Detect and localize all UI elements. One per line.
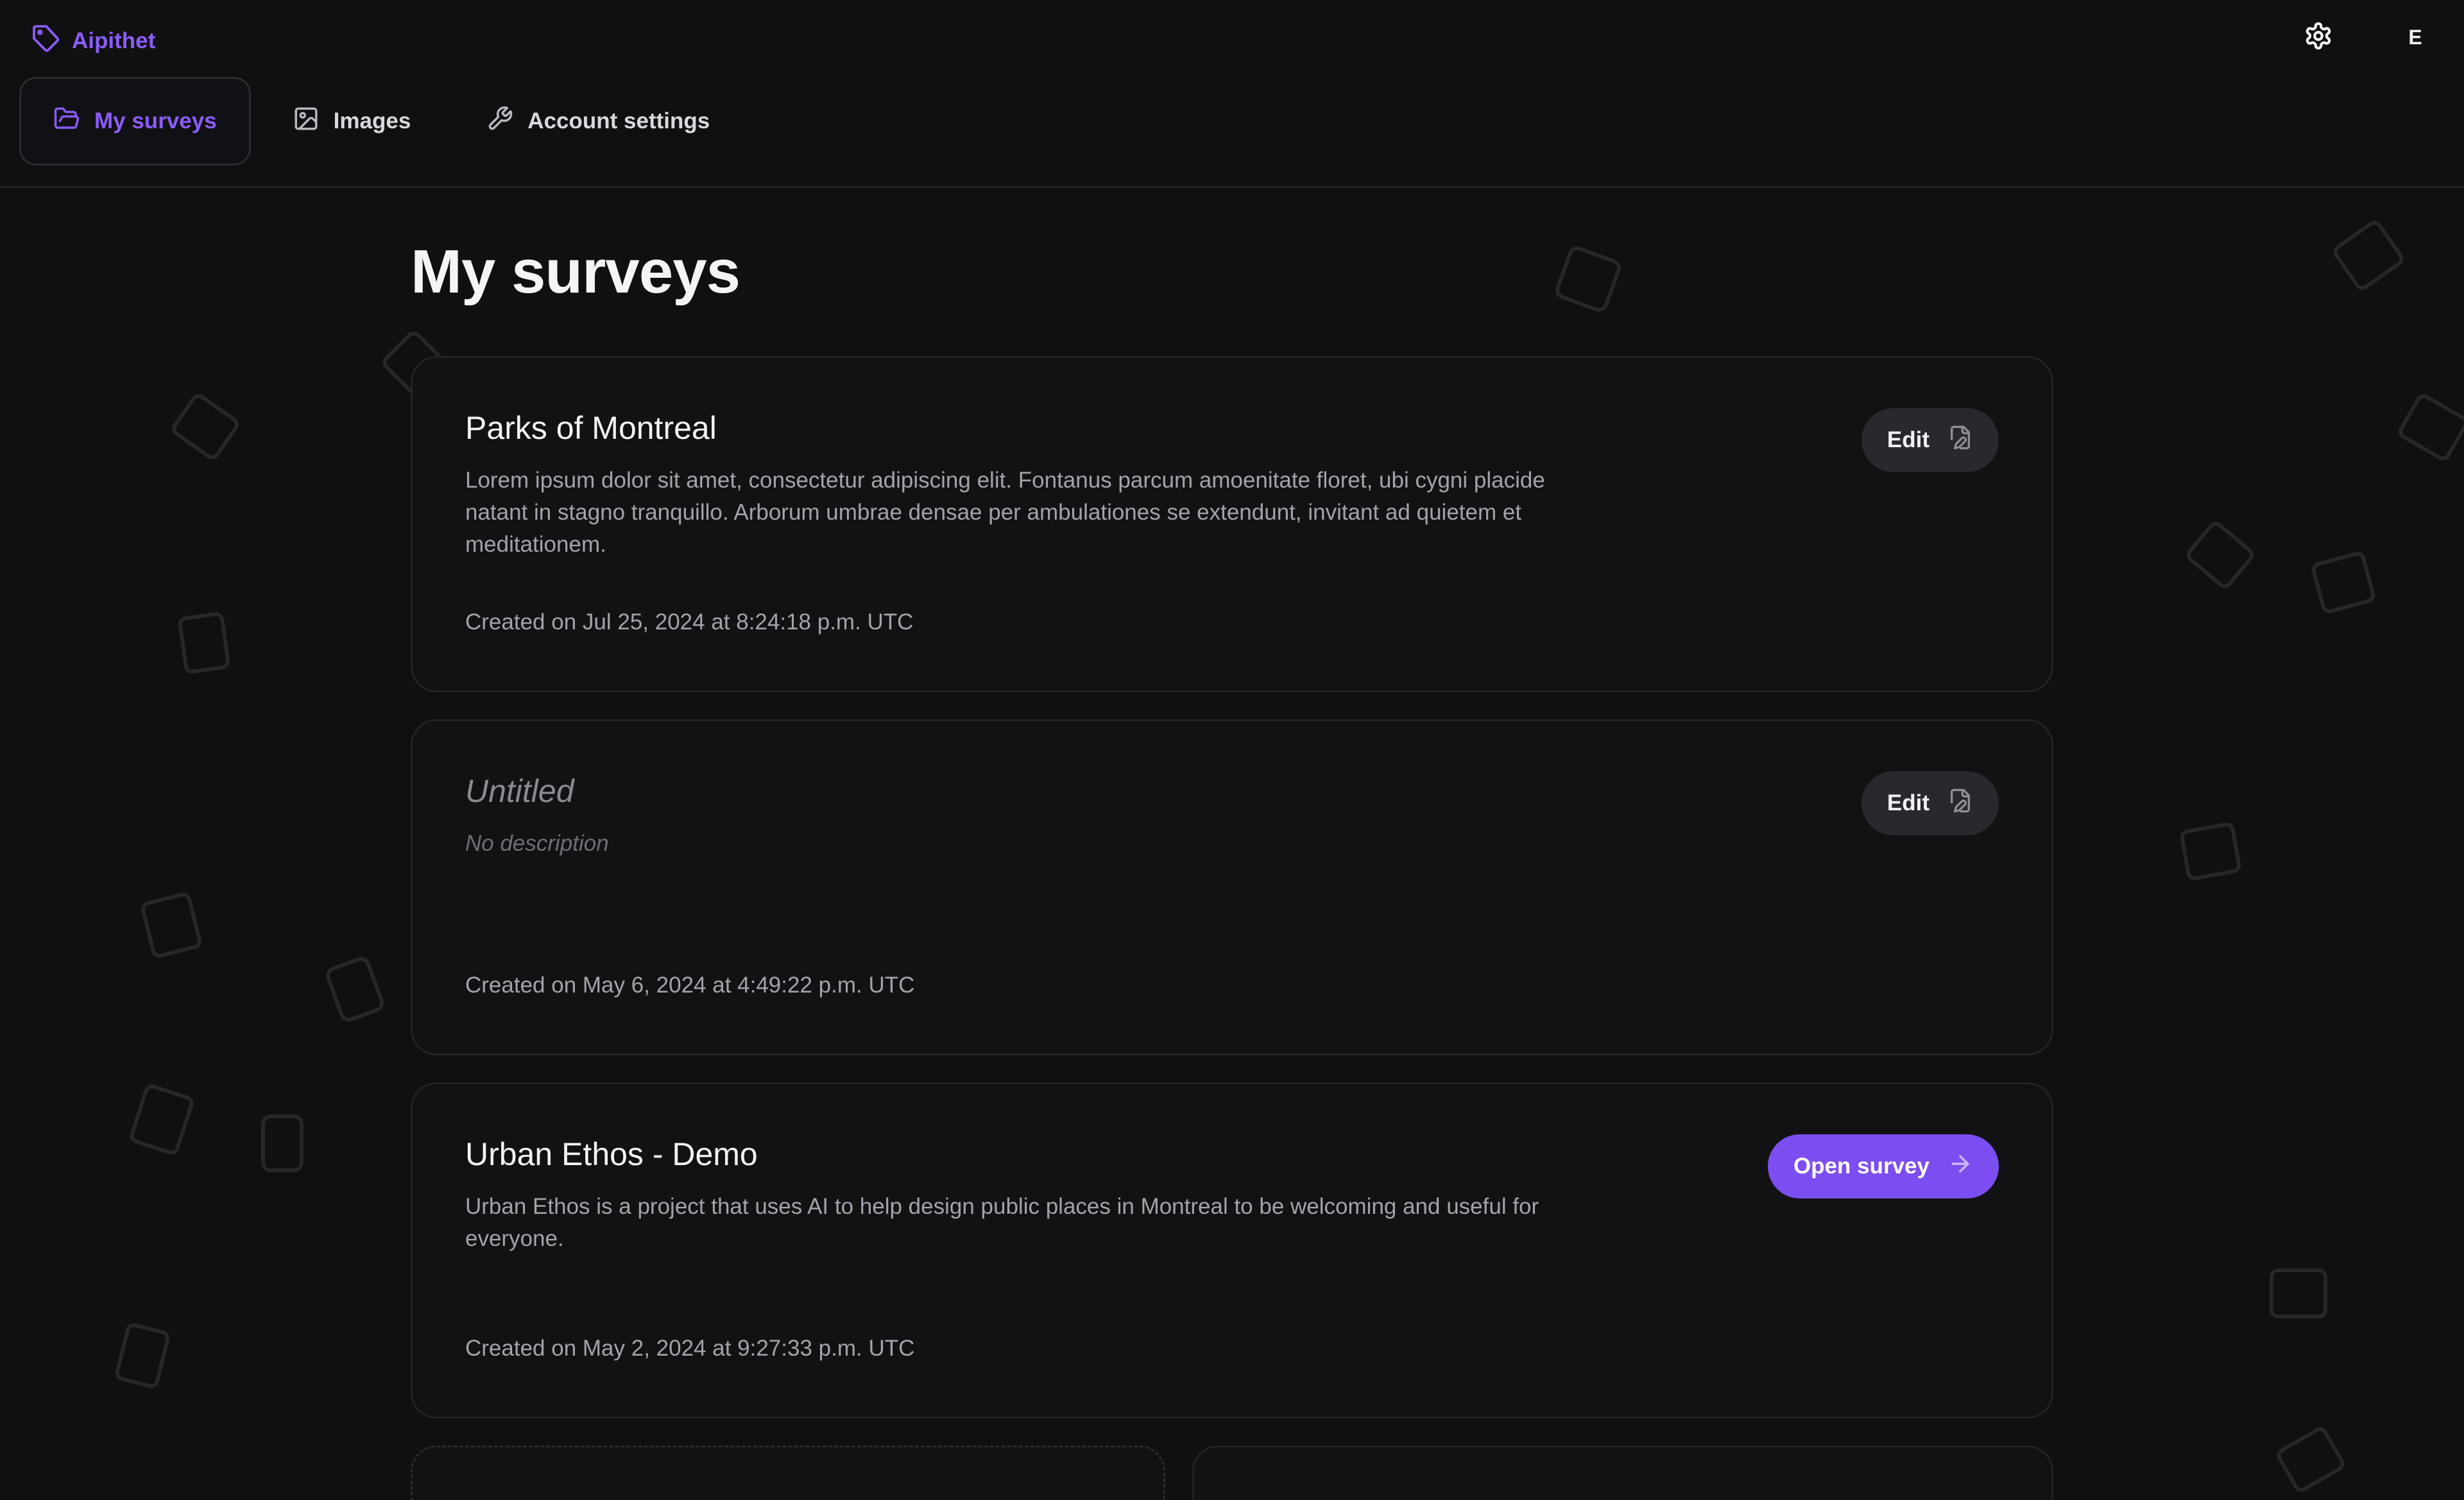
button-label: Edit [1887, 790, 1929, 815]
image-icon [293, 105, 320, 138]
open-survey-button[interactable]: Open survey [1767, 1134, 1999, 1198]
folder-open-icon [53, 105, 80, 138]
survey-created-date: Created on May 6, 2024 at 4:49:22 p.m. U… [465, 973, 915, 998]
user-avatar[interactable]: E [2397, 19, 2433, 55]
top-bar: Aipithet E [0, 0, 2464, 76]
main-content: My surveys Parks of Montreal Lorem ipsum… [411, 188, 2053, 1419]
tab-account-settings[interactable]: Account settings [452, 77, 744, 166]
survey-description: Urban Ethos is a project that uses AI to… [465, 1194, 1539, 1251]
tab-label: Account settings [527, 108, 710, 133]
survey-card: Untitled No description Created on May 6… [411, 719, 2053, 1055]
survey-title: Untitled [465, 773, 574, 809]
wrench-icon [486, 105, 513, 138]
arrow-right-icon [1947, 1151, 1973, 1182]
tag-icon [31, 23, 60, 58]
gear-icon[interactable] [2304, 21, 2333, 54]
file-pen-icon [1947, 788, 1973, 819]
survey-card: Urban Ethos - Demo Urban Ethos is a proj… [411, 1082, 2053, 1419]
button-label: Open survey [1793, 1154, 1929, 1179]
survey-card [1192, 1445, 2053, 1500]
page-title: My surveys [411, 237, 740, 306]
survey-description: Lorem ipsum dolor sit amet, consectetur … [465, 468, 1545, 557]
survey-card: Parks of Montreal Lorem ipsum dolor sit … [411, 356, 2053, 692]
tab-images[interactable]: Images [259, 77, 445, 166]
new-survey-card[interactable] [411, 1445, 1165, 1500]
edit-button[interactable]: Edit [1861, 771, 1999, 835]
tab-label: My surveys [94, 108, 217, 133]
tab-my-surveys[interactable]: My surveys [19, 77, 251, 166]
tab-label: Images [333, 108, 411, 133]
file-pen-icon [1947, 425, 1973, 456]
survey-created-date: Created on Jul 25, 2024 at 8:24:18 p.m. … [465, 609, 914, 635]
edit-button[interactable]: Edit [1861, 408, 1999, 472]
brand-link[interactable]: Aipithet [31, 23, 155, 58]
survey-description: No description [465, 831, 609, 856]
brand-name: Aipithet [72, 28, 156, 53]
survey-created-date: Created on May 2, 2024 at 9:27:33 p.m. U… [465, 1336, 915, 1361]
button-label: Edit [1887, 427, 1929, 452]
main-nav-tabs: My surveys Images Account settings [19, 77, 744, 166]
survey-title: Parks of Montreal [465, 410, 717, 446]
